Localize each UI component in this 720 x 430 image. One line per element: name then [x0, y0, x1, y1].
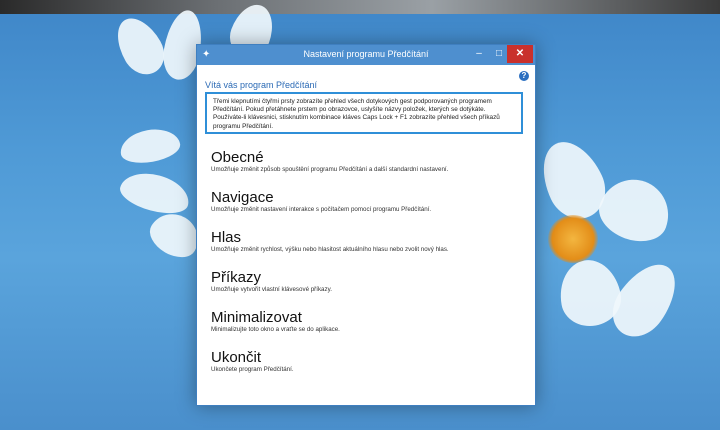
- menu-item-description: Umožňuje změnit nastavení interakce s po…: [211, 206, 432, 213]
- intro-text-box: Třemi klepnutími čtyřmi prsty zobrazíte …: [205, 92, 523, 134]
- menu-item-title: Minimalizovat: [211, 309, 302, 326]
- menu-item-general[interactable]: Obecné Umožňuje změnit způsob spouštění …: [211, 149, 521, 174]
- minimize-button[interactable]: –: [469, 45, 489, 63]
- menu-item-title: Obecné: [211, 149, 264, 166]
- menu-item-title: Navigace: [211, 189, 274, 206]
- welcome-heading: Vítá vás program Předčítání: [205, 80, 318, 90]
- title-bar[interactable]: ✦ Nastavení programu Předčítání – □ ✕: [197, 45, 535, 65]
- menu-item-title: Ukončit: [211, 349, 262, 366]
- top-edge-strip: [0, 0, 720, 14]
- menu-item-description: Umožňuje změnit způsob spouštění program…: [211, 166, 449, 173]
- menu-item-title: Hlas: [211, 229, 242, 246]
- menu-item-description: Umožňuje vytvořit vlastní klávesové přík…: [211, 286, 332, 293]
- menu-item-minimize[interactable]: Minimalizovat Minimalizujte toto okno a …: [211, 309, 521, 334]
- menu-item-description: Umožňuje změnit rychlost, výšku nebo hla…: [211, 246, 449, 253]
- close-button[interactable]: ✕: [507, 45, 533, 63]
- menu-item-commands[interactable]: Příkazy Umožňuje vytvořit vlastní kláves…: [211, 269, 521, 294]
- help-icon[interactable]: ?: [519, 71, 529, 81]
- menu-item-description: Ukončete program Předčítání.: [211, 366, 294, 373]
- narrator-settings-window: ✦ Nastavení programu Předčítání – □ ✕ ? …: [196, 44, 536, 406]
- menu-item-description: Minimalizujte toto okno a vraťte se do a…: [211, 326, 340, 333]
- maximize-button[interactable]: □: [489, 45, 509, 63]
- menu-item-navigation[interactable]: Navigace Umožňuje změnit nastavení inter…: [211, 189, 521, 214]
- menu-item-exit[interactable]: Ukončit Ukončete program Předčítání.: [211, 349, 521, 374]
- menu-item-title: Příkazy: [211, 269, 262, 286]
- menu-item-voice[interactable]: Hlas Umožňuje změnit rychlost, výšku neb…: [211, 229, 521, 254]
